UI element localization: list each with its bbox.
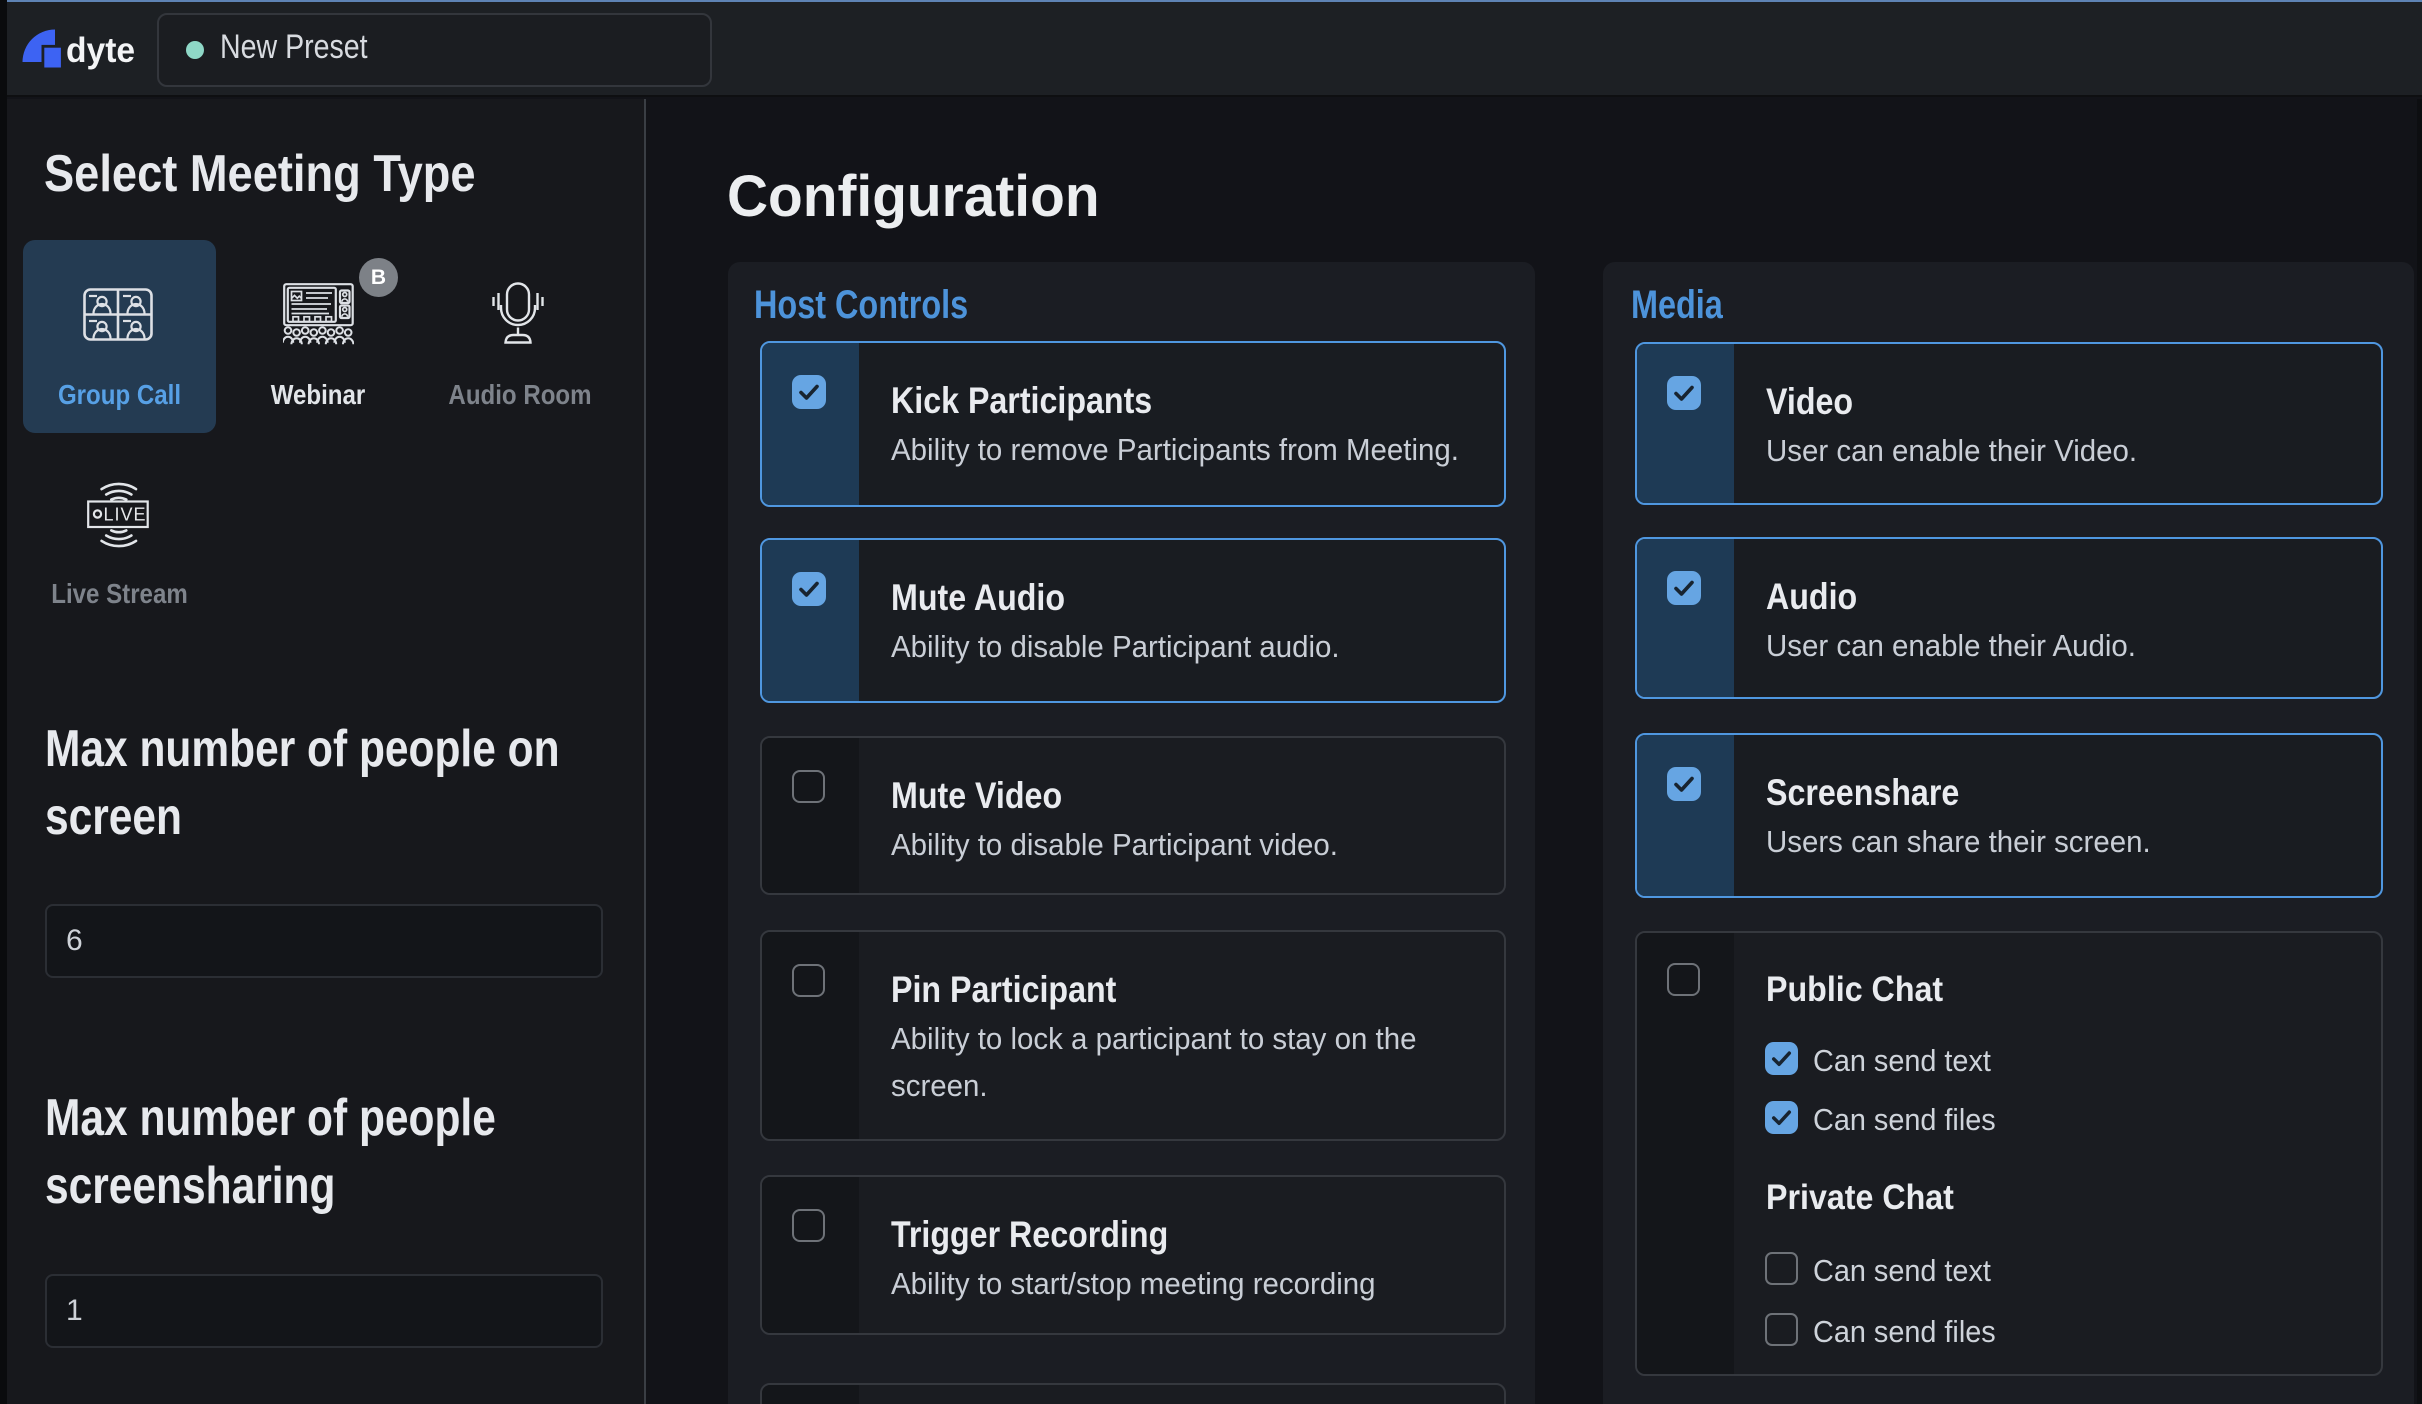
svg-text:LIVE: LIVE <box>104 505 147 525</box>
